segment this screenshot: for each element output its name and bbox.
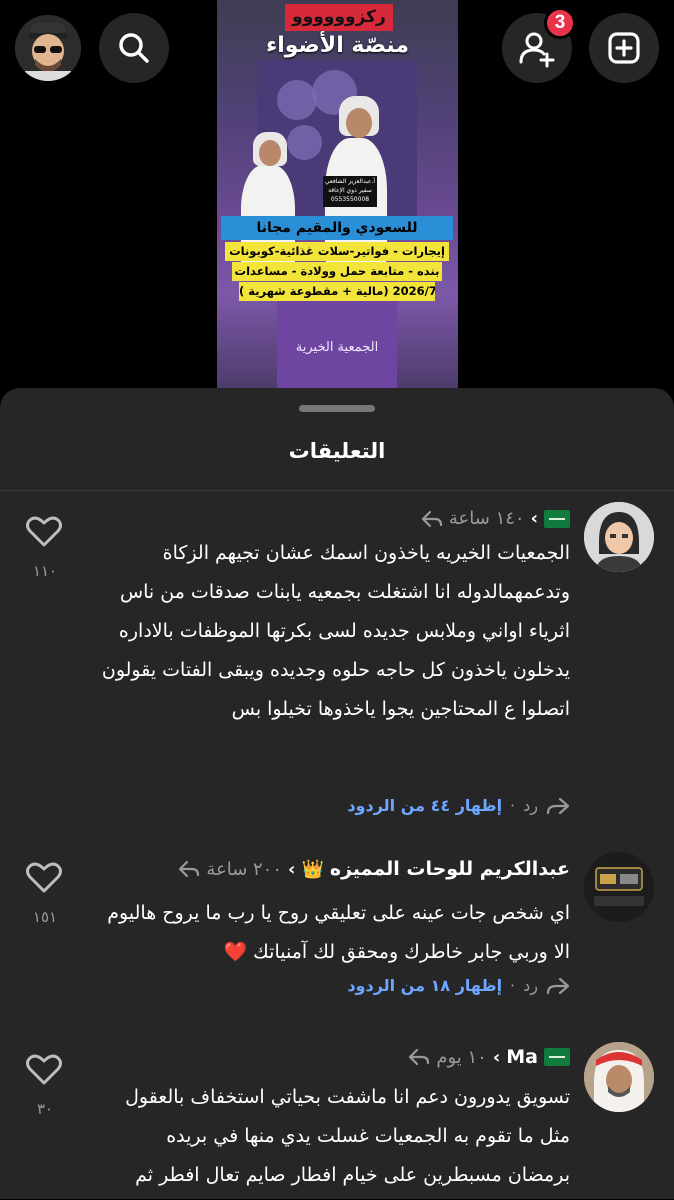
story-yellow-bar-3: ( مالية + مقطوعة شهرية) 2026/7/26 (239, 282, 435, 301)
heart-icon[interactable] (26, 1052, 62, 1086)
story-headline: منصّة الأضواء (265, 33, 410, 58)
add-post-icon (608, 32, 640, 64)
name-card-line1: أ.عبدالعزيز الشافعي (324, 178, 376, 185)
like-count: ٣٠ (36, 1100, 54, 1118)
story-video[interactable]: ركزوووووو منصّة الأضواء أ.عبدالعزيز الشا… (217, 0, 458, 393)
crown-emoji: 👑 (301, 858, 324, 880)
comment-time: ١٠ يوم (436, 1046, 487, 1068)
comment-item: Ma › ١٠ يوم تسويق يدورون دعم انا ماشفت ب… (0, 1040, 674, 1200)
search-button[interactable] (99, 13, 169, 83)
like-count: ١١٠ (32, 562, 58, 580)
notification-badge: 3 (544, 7, 576, 39)
comment-time: ٢٠٠ ساعة (206, 858, 283, 880)
comment-header: Ma › ١٠ يوم (408, 1046, 570, 1068)
comment-username[interactable]: عبدالكريم للوحات المميزه (330, 858, 570, 880)
comment-body: اي شخص جات عينه على تعليقي روح يا رب ما … (107, 902, 570, 963)
decor-circle (287, 125, 322, 160)
sheet-drag-handle[interactable] (299, 405, 375, 412)
sheet-title: التعليقات (288, 439, 386, 463)
person-left-face (259, 140, 281, 166)
reply-button[interactable]: رد (523, 796, 538, 815)
comment-avatar[interactable] (584, 852, 654, 922)
profile-avatar[interactable] (15, 15, 81, 81)
comment-footer: رد · إظهار ١٨ من الردود (347, 976, 570, 995)
show-replies-link[interactable]: إظهار ١٨ من الردود (347, 976, 502, 995)
saudi-flag-icon (544, 509, 570, 528)
add-post-button[interactable] (589, 13, 659, 83)
heart-icon[interactable] (26, 514, 62, 548)
comment-avatar[interactable] (584, 1042, 654, 1112)
add-friend-button[interactable]: 3 (502, 7, 576, 83)
sheet-divider (0, 490, 674, 491)
search-icon (119, 33, 149, 63)
comment-avatar[interactable] (584, 502, 654, 572)
comment-footer: رد · إظهار ٤٤ من الردود (347, 796, 570, 815)
chevron-icon: › (530, 508, 538, 529)
heart-icon[interactable] (26, 860, 62, 894)
comments-sheet: التعليقات › ١٤٠ ساعة الجمعيات الخيريه يا… (0, 388, 674, 1199)
reply-arrow-icon[interactable] (421, 510, 443, 528)
name-card-phone: 0553550008 (330, 196, 370, 203)
separator-dot: · (510, 976, 516, 995)
comment-header: › ١٤٠ ساعة (421, 508, 570, 529)
chevron-icon: › (492, 1046, 501, 1068)
share-arrow-icon[interactable] (546, 797, 570, 815)
story-banner: ركزوووووو (285, 4, 393, 31)
comment-body: الجمعيات الخيريه ياخذون اسمك عشان تجيهم … (101, 542, 570, 720)
comment-body: تسويق يدورون دعم انا ماشفت بحياتي استخفا… (125, 1086, 570, 1186)
comment-time: ١٤٠ ساعة (448, 508, 525, 529)
person-right-face (346, 108, 372, 138)
comment-username[interactable]: Ma (506, 1046, 538, 1068)
association-logo-text: الجمعية الخيرية (295, 340, 379, 355)
chevron-icon: › (288, 858, 296, 880)
reply-arrow-icon[interactable] (178, 860, 200, 878)
like-count: ١٥١ (32, 908, 58, 926)
share-arrow-icon[interactable] (546, 977, 570, 995)
name-card: أ.عبدالعزيز الشافعي سفير ذوي الإعاقة 055… (323, 176, 377, 207)
story-yellow-bar-1: إيجارات - فواتير-سلات غذائية-كوبونات (225, 242, 449, 261)
comment-item: › ١٤٠ ساعة الجمعيات الخيريه ياخذون اسمك … (0, 500, 674, 830)
decor-circle (277, 80, 317, 120)
saudi-flag-icon (544, 1048, 570, 1066)
comment-header: عبدالكريم للوحات المميزه 👑 › ٢٠٠ ساعة (178, 858, 570, 880)
story-blue-bar: للسعودي والمقيم مجانا (221, 216, 453, 240)
separator-dot: · (510, 796, 516, 815)
reply-arrow-icon[interactable] (408, 1048, 430, 1066)
comment-item: عبدالكريم للوحات المميزه 👑 › ٢٠٠ ساعة اي… (0, 850, 674, 1020)
reply-button[interactable]: رد (523, 976, 538, 995)
show-replies-link[interactable]: إظهار ٤٤ من الردود (347, 796, 502, 815)
story-yellow-bar-2: بنده - متابعة حمل وولادة - مساعدات (232, 262, 442, 281)
name-card-line2: سفير ذوي الإعاقة (328, 187, 372, 194)
